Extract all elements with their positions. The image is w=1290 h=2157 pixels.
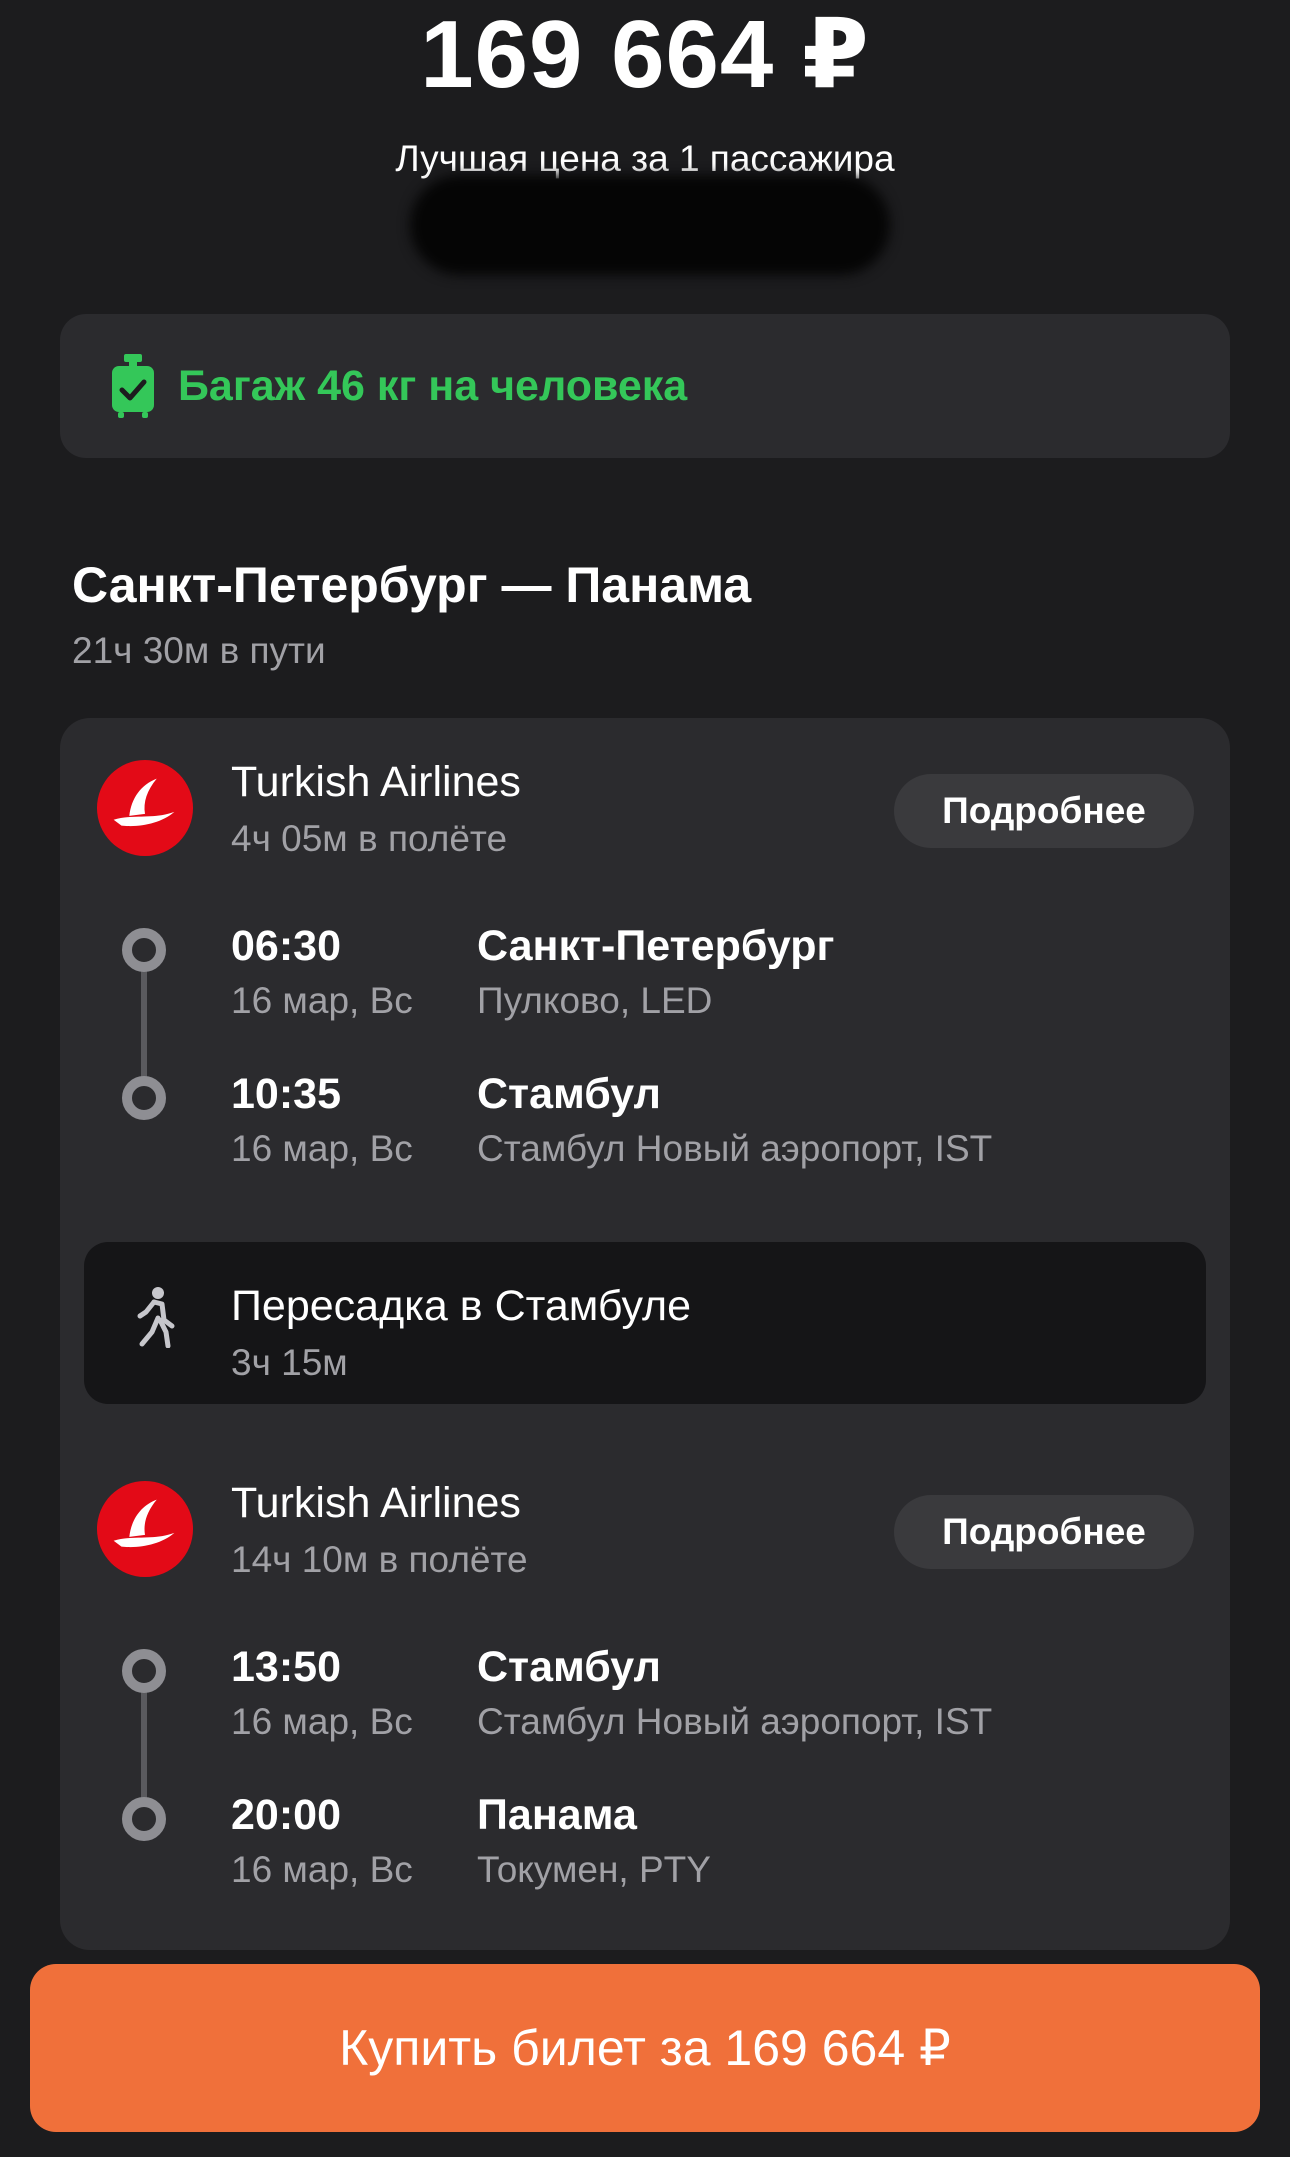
arrival-time: 20:00 (231, 1791, 341, 1839)
price-caption: Лучшая цена за 1 пассажира (395, 138, 895, 179)
departure-date: 16 мар, Вс (231, 980, 413, 1021)
turkish-airlines-logo-icon (96, 759, 194, 857)
route-total-duration: 21ч 30м в пути (72, 630, 326, 671)
walking-person-icon (137, 1287, 175, 1348)
arrival-dot-icon (122, 1076, 166, 1120)
airline-name: Turkish Airlines (231, 758, 521, 806)
arrival-dot-icon (122, 1797, 166, 1841)
itinerary-card: Turkish Airlines 4ч 05м в полёте Подробн… (60, 718, 1230, 1950)
route-title: Санкт-Петербург — Панама (72, 557, 752, 613)
airline-name: Turkish Airlines (231, 1479, 521, 1527)
arrival-city: Стамбул (477, 1070, 661, 1118)
departure-airport: Пулково, LED (477, 980, 713, 1021)
arrival-airport: Стамбул Новый аэропорт, IST (477, 1128, 993, 1169)
baggage-text: Багаж 46 кг на человека (178, 361, 688, 410)
arrival-date: 16 мар, Вс (231, 1128, 413, 1169)
departure-time: 13:50 (231, 1643, 341, 1691)
departure-dot-icon (122, 1649, 166, 1693)
departure-time: 06:30 (231, 922, 341, 970)
departure-city: Стамбул (477, 1643, 661, 1691)
details-button[interactable]: Подробнее (894, 774, 1194, 848)
arrival-date: 16 мар, Вс (231, 1849, 413, 1890)
segment-timeline (122, 928, 166, 1120)
departure-city: Санкт-Петербург (477, 922, 835, 970)
price-total: 169 664 ₽ (420, 1, 870, 108)
turkish-airlines-logo-icon (96, 1480, 194, 1578)
suitcase-check-icon (112, 354, 154, 418)
arrival-time: 10:35 (231, 1070, 341, 1118)
arrival-city: Панама (477, 1791, 637, 1839)
flight-duration: 14ч 10м в полёте (231, 1539, 528, 1580)
details-button[interactable]: Подробнее (894, 1495, 1194, 1569)
transfer-block: Пересадка в Стамбуле 3ч 15м (84, 1242, 1206, 1404)
transfer-duration: 3ч 15м (231, 1342, 348, 1383)
redacted-scribble (410, 175, 890, 275)
departure-airport: Стамбул Новый аэропорт, IST (477, 1701, 993, 1742)
buy-ticket-button[interactable]: Купить билет за 169 664 ₽ (30, 1964, 1260, 2132)
baggage-banner: Багаж 46 кг на человека (60, 314, 1230, 458)
segment-timeline (122, 1649, 166, 1841)
arrival-airport: Токумен, PTY (477, 1849, 711, 1890)
departure-dot-icon (122, 928, 166, 972)
flight-duration: 4ч 05м в полёте (231, 818, 508, 859)
departure-date: 16 мар, Вс (231, 1701, 413, 1742)
transfer-title: Пересадка в Стамбуле (231, 1282, 692, 1330)
